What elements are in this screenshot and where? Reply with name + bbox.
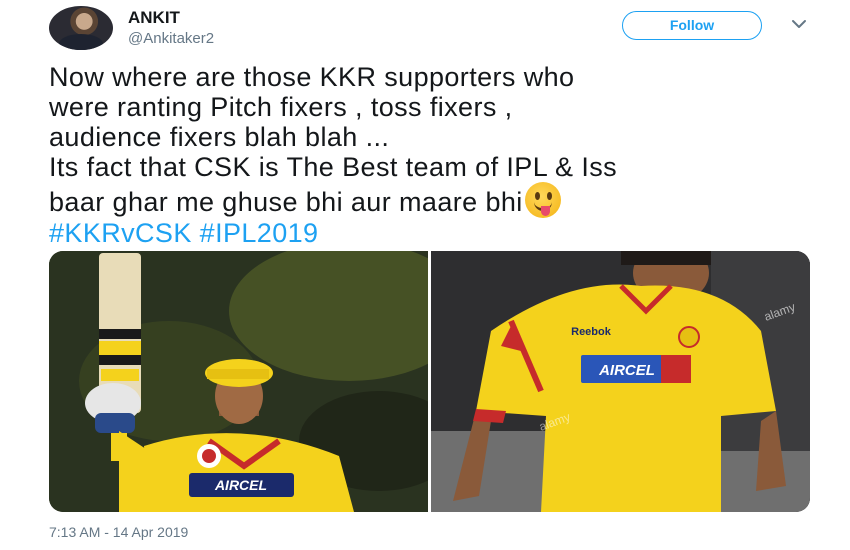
tweet-line: Its fact that CSK is The Best team of IP… xyxy=(49,152,618,182)
chevron-down-icon[interactable] xyxy=(789,14,809,34)
hashtag-kkrvcsk[interactable]: #KKRvCSK xyxy=(49,218,192,248)
tweet-photo-left[interactable]: AIRCEL xyxy=(49,251,428,512)
user-handle[interactable]: @Ankitaker2 xyxy=(128,30,214,47)
avatar[interactable] xyxy=(49,6,113,50)
tweet-line: baar ghar me ghuse bhi aur maare bhi xyxy=(49,187,523,217)
tweet-photo-right[interactable]: AIRCEL Reebok alamy alamy xyxy=(431,251,810,512)
cricketer-walking-image: AIRCEL Reebok alamy alamy xyxy=(431,251,810,512)
tweet-line: audience fixers blah blah ... xyxy=(49,122,390,152)
display-name[interactable]: ANKIT xyxy=(128,8,180,28)
cricketer-raising-bat-image: AIRCEL xyxy=(49,251,428,512)
hashtag-line: #KKRvCSK #IPL2019 xyxy=(49,218,809,248)
jersey-brand-text: Reebok xyxy=(571,326,612,338)
hashtag-ipl2019[interactable]: #IPL2019 xyxy=(200,218,319,248)
tweet-text: Now where are those KKR supporters who w… xyxy=(49,62,809,248)
tweet-line: were ranting Pitch fixers , toss fixers … xyxy=(49,92,513,122)
tweet-line-with-emoji: baar ghar me ghuse bhi aur maare bhi xyxy=(49,182,809,218)
follow-button[interactable]: Follow xyxy=(622,11,762,40)
face-with-tongue-icon xyxy=(524,182,561,218)
tweet-timestamp[interactable]: 7:13 AM - 14 Apr 2019 xyxy=(49,524,188,540)
jersey-sponsor-text: AIRCEL xyxy=(214,477,267,493)
tweet-line: Now where are those KKR supporters who xyxy=(49,62,575,92)
jersey-sponsor-text: AIRCEL xyxy=(598,362,655,379)
